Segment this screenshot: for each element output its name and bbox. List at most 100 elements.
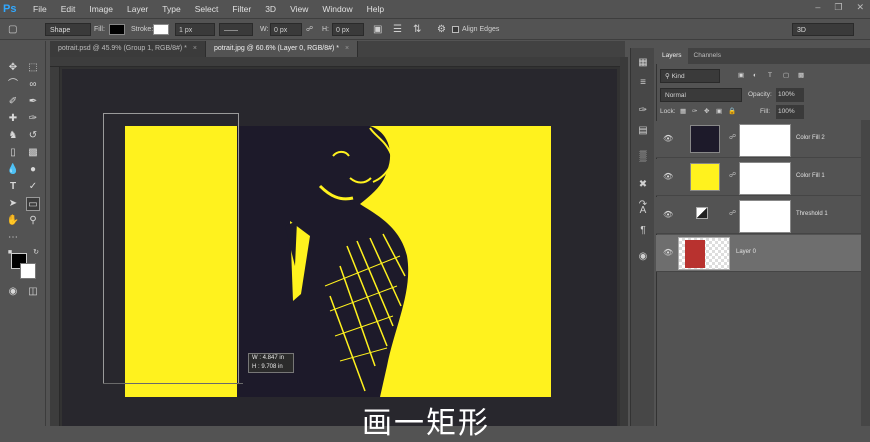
marquee-tool-icon[interactable]: ⬚ xyxy=(26,61,40,75)
visibility-eye-icon[interactable]: 👁 xyxy=(663,210,673,220)
menu-view[interactable]: View xyxy=(290,4,308,14)
filter-smart-object-icon[interactable]: ▩ xyxy=(798,69,804,83)
stroke-type-dropdown[interactable]: —— xyxy=(219,23,253,36)
gear-icon[interactable]: ⚙ xyxy=(437,23,446,36)
workspace-dropdown[interactable]: 3D xyxy=(792,23,854,36)
rectangle-tool-icon[interactable]: ▭ xyxy=(26,197,40,211)
eraser-tool-icon[interactable]: ▯ xyxy=(6,146,20,160)
path-arrangement-icon[interactable]: ⇅ xyxy=(413,23,421,36)
fill-swatch[interactable] xyxy=(109,24,125,35)
filter-pixel-icon[interactable]: ▣ xyxy=(738,69,744,83)
lasso-tool-icon[interactable]: ∞ xyxy=(26,78,40,92)
tab-potrait-psd[interactable]: potrait.psd @ 45.9% (Group 1, RGB/8#) * × xyxy=(50,41,206,57)
lock-position-icon[interactable]: ✥ xyxy=(704,105,709,119)
rectangle-shape-path[interactable] xyxy=(103,113,239,384)
properties-panel-icon[interactable]: ≡ xyxy=(636,76,650,90)
history-panel-icon[interactable]: ▦ xyxy=(636,56,650,70)
clone-stamp-tool-icon[interactable]: ♞ xyxy=(6,129,20,143)
screen-mode-icon[interactable]: ◫ xyxy=(26,285,40,299)
quick-select-tool-icon[interactable]: ✐ xyxy=(6,95,20,109)
adjustments-panel-icon[interactable]: ▤ xyxy=(636,124,650,138)
filter-type-icon[interactable]: T xyxy=(768,69,772,83)
lock-artboard-icon[interactable]: ▣ xyxy=(716,105,722,119)
path-operations-icon[interactable]: ▣ xyxy=(373,23,382,36)
visibility-eye-icon[interactable]: 👁 xyxy=(663,248,673,258)
swap-colors-icon[interactable]: ↻ xyxy=(29,246,43,260)
layers-scrollbar[interactable] xyxy=(861,120,870,426)
filter-shape-icon[interactable]: ▢ xyxy=(783,69,789,83)
gradient-tool-icon[interactable]: ▩ xyxy=(26,146,40,160)
brush-tool-icon[interactable]: ✑ xyxy=(26,112,40,126)
lock-transparent-icon[interactable]: ▦ xyxy=(680,105,686,119)
stroke-width-input[interactable]: 1 px xyxy=(175,23,215,36)
menu-layer[interactable]: Layer xyxy=(127,4,148,14)
link-dimensions-icon[interactable]: ☍ xyxy=(306,23,313,36)
layer-row-color-fill-1[interactable]: 👁 ☍ Color Fill 1 xyxy=(656,159,861,196)
link-icon[interactable]: ☍ xyxy=(729,171,736,179)
lock-all-icon[interactable]: 🔒 xyxy=(728,105,736,119)
visibility-eye-icon[interactable]: 👁 xyxy=(663,134,673,144)
tab-layers[interactable]: Layers xyxy=(656,48,688,64)
close-icon[interactable]: × xyxy=(345,45,349,52)
swatches-panel-icon[interactable]: ▒ xyxy=(636,150,650,164)
close-icon[interactable]: ✕ xyxy=(856,2,864,13)
hand-tool-icon[interactable]: ✋ xyxy=(6,214,20,228)
width-input[interactable]: 0 px xyxy=(270,23,302,36)
menu-filter[interactable]: Filter xyxy=(232,4,251,14)
tool-mode-dropdown[interactable]: Shape xyxy=(45,23,91,36)
history-brush-tool-icon[interactable]: ↺ xyxy=(26,129,40,143)
link-icon[interactable]: ☍ xyxy=(729,209,736,217)
layer-row-layer-0[interactable]: 👁 Layer 0 xyxy=(656,235,861,272)
type-tool-icon[interactable]: T xyxy=(6,180,20,194)
background-color-swatch[interactable] xyxy=(20,263,36,279)
menu-help[interactable]: Help xyxy=(367,4,384,14)
quick-mask-icon[interactable]: ◉ xyxy=(6,285,20,299)
blend-mode-dropdown[interactable]: Normal xyxy=(660,88,742,102)
filter-adjustment-icon[interactable]: ◐ xyxy=(753,69,757,83)
stroke-swatch[interactable] xyxy=(153,24,169,35)
path-alignment-icon[interactable]: ☰ xyxy=(393,23,402,36)
paragraph-panel-icon[interactable]: ¶ xyxy=(636,224,650,238)
menu-image[interactable]: Image xyxy=(89,4,113,14)
tools-presets-icon[interactable]: ✖ xyxy=(636,178,650,192)
blur-tool-icon[interactable]: 💧 xyxy=(6,163,20,177)
menu-edit[interactable]: Edit xyxy=(61,4,76,14)
canvas-scrollbar[interactable] xyxy=(620,57,628,426)
default-colors-icon[interactable]: ■ xyxy=(3,246,17,260)
opacity-input[interactable]: 100% xyxy=(776,88,804,102)
vertical-ruler[interactable] xyxy=(50,67,60,426)
menu-3d[interactable]: 3D xyxy=(265,4,276,14)
fill-input[interactable]: 100% xyxy=(776,105,804,119)
zoom-tool-icon[interactable]: ⚲ xyxy=(26,214,40,228)
lock-image-icon[interactable]: ✑ xyxy=(692,105,697,119)
character-panel-icon[interactable]: A xyxy=(636,204,650,218)
dodge-tool-icon[interactable]: ● xyxy=(26,163,40,177)
menu-select[interactable]: Select xyxy=(195,4,219,14)
align-edges-checkbox[interactable] xyxy=(452,26,459,33)
link-icon[interactable]: ☍ xyxy=(729,133,736,141)
minimize-icon[interactable]: – xyxy=(815,2,820,13)
tab-channels[interactable]: Channels xyxy=(688,48,727,64)
brush-panel-icon[interactable]: ✑ xyxy=(636,104,650,118)
horizontal-ruler[interactable] xyxy=(50,57,620,67)
crop-tool-icon[interactable]: ⌒ xyxy=(6,78,20,92)
menu-type[interactable]: Type xyxy=(162,4,180,14)
restore-icon[interactable]: ❐ xyxy=(834,2,842,13)
move-tool-icon[interactable]: ✥ xyxy=(6,61,20,75)
menu-window[interactable]: Window xyxy=(322,4,352,14)
layer-kind-filter[interactable]: ⚲ Kind xyxy=(660,69,720,83)
height-input[interactable]: 0 px xyxy=(332,23,364,36)
pen-tool-icon[interactable]: ✓ xyxy=(26,180,40,194)
rectangle-tool-preset-icon[interactable]: ▢ xyxy=(8,23,17,36)
libraries-panel-icon[interactable]: ◉ xyxy=(636,250,650,264)
menu-file[interactable]: File xyxy=(33,4,47,14)
visibility-eye-icon[interactable]: 👁 xyxy=(663,172,673,182)
edit-toolbar-icon[interactable]: ⋯ xyxy=(6,231,20,245)
layer-row-color-fill-2[interactable]: 👁 ☍ Color Fill 2 xyxy=(656,121,861,158)
close-icon[interactable]: × xyxy=(193,45,197,52)
tab-potrait-jpg[interactable]: potrait.jpg @ 60.6% (Layer 0, RGB/8#) * × xyxy=(205,41,359,57)
healing-brush-tool-icon[interactable]: ✚ xyxy=(6,112,20,126)
layer-row-threshold-1[interactable]: 👁 ☍ Threshold 1 xyxy=(656,197,861,234)
path-selection-tool-icon[interactable]: ➤ xyxy=(6,197,20,211)
eyedropper-tool-icon[interactable]: ✒ xyxy=(26,95,40,109)
